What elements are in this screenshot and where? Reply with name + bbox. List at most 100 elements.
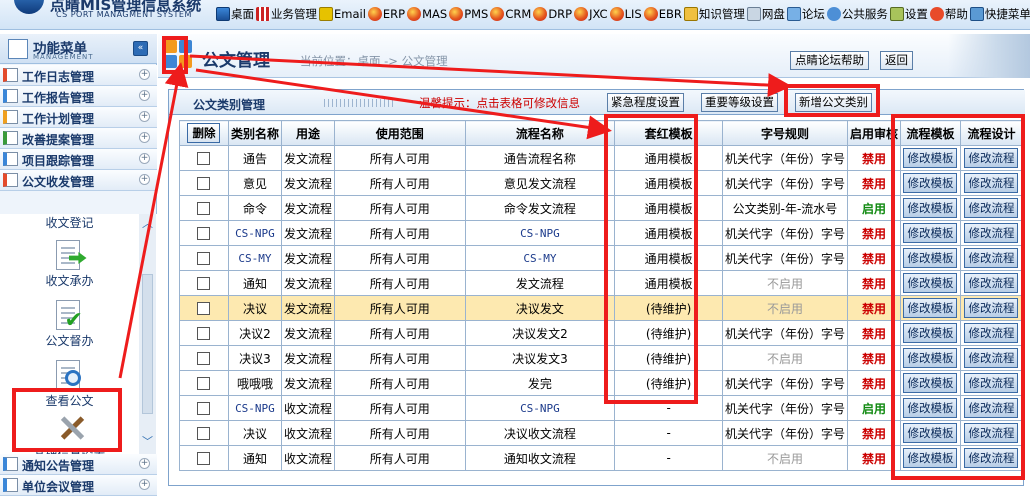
expand-icon[interactable]: + (139, 174, 150, 185)
number-rule-cell[interactable]: 机关代字（年份）字号 (721, 370, 848, 396)
flow-name-cell[interactable]: CS-NPG (464, 220, 616, 246)
edit-flow-button[interactable]: 修改流程 (964, 223, 1019, 243)
usage-cell[interactable]: 收文流程 (280, 420, 335, 446)
category-name-cell[interactable]: CS-NPG (227, 220, 282, 246)
template-cell[interactable]: - (614, 445, 723, 471)
number-rule-cell[interactable]: 机关代字（年份）字号 (721, 170, 848, 196)
topnav-item-desktop[interactable]: 桌面 (216, 6, 254, 22)
scope-cell[interactable]: 所有人可用 (333, 195, 466, 221)
expand-icon[interactable]: + (139, 479, 150, 490)
table-row[interactable]: 决议2 发文流程 所有人可用 决议发文2 (待维护) 机关代字（年份）字号 禁用 修改模板 修改… (179, 320, 1024, 346)
sidebar-item-3[interactable]: 改善提案管理 + (0, 128, 157, 149)
topnav-item-lis[interactable]: LIS (609, 7, 642, 21)
category-name-cell[interactable]: 通知 (227, 445, 282, 471)
edit-flow-button[interactable]: 修改流程 (964, 323, 1019, 343)
topnav-item-forum[interactable]: 论坛 (786, 6, 825, 22)
table-row[interactable]: 命令 发文流程 所有人可用 命令发文流程 通用模板 公文类别-年-流水号 启用 修改模板 修改流… (179, 195, 1024, 221)
flow-name-cell[interactable]: 发完 (464, 370, 616, 396)
category-name-cell[interactable]: CS-MY (227, 245, 282, 271)
category-name-cell[interactable]: CS-NPG (227, 395, 282, 421)
edit-template-button[interactable]: 修改模板 (903, 448, 958, 468)
edit-template-button[interactable]: 修改模板 (903, 323, 958, 343)
edit-flow-button[interactable]: 修改流程 (964, 198, 1019, 218)
sidebar-item-0[interactable]: 工作日志管理 + (0, 65, 157, 86)
number-rule-cell[interactable]: 机关代字（年份）字号 (721, 320, 848, 346)
topnav-item-drp[interactable]: DRP (533, 7, 572, 21)
edit-template-button[interactable]: 修改模板 (903, 398, 958, 418)
category-name-cell[interactable]: 决议 (227, 295, 282, 321)
sidebar-item-5[interactable]: 公文收发管理 + (0, 170, 157, 191)
flow-name-cell[interactable]: 意见发文流程 (464, 170, 616, 196)
row-select-cell[interactable] (179, 395, 229, 421)
category-name-cell[interactable]: 通告 (227, 145, 282, 171)
edit-flow-button[interactable]: 修改流程 (964, 298, 1019, 318)
flow-name-cell[interactable]: 发文流程 (464, 270, 616, 296)
template-cell[interactable]: 通用模板 (614, 145, 723, 171)
usage-cell[interactable]: 发文流程 (280, 145, 335, 171)
row-checkbox[interactable] (197, 427, 211, 440)
scope-cell[interactable]: 所有人可用 (333, 370, 466, 396)
row-checkbox[interactable] (197, 327, 211, 340)
table-row[interactable]: 决议 收文流程 所有人可用 决议收文流程 - 机关代字（年份）字号 禁用 修改模板 修改流程 (179, 420, 1024, 446)
category-name-cell[interactable]: 决议 (227, 420, 282, 446)
usage-cell[interactable]: 发文流程 (280, 270, 335, 296)
submenu-item-receipt-register[interactable]: 收文登记 (0, 214, 139, 231)
row-select-cell[interactable] (179, 295, 229, 321)
topnav-item-help[interactable]: 帮助 (929, 6, 968, 22)
edit-template-button[interactable]: 修改模板 (903, 173, 958, 193)
edit-template-button[interactable]: 修改模板 (903, 273, 958, 293)
number-rule-cell[interactable]: 机关代字（年份）字号 (721, 245, 848, 271)
table-row[interactable]: 通知 发文流程 所有人可用 发文流程 通用模板 不启用 禁用 修改模板 修改流程 (179, 270, 1024, 296)
row-checkbox[interactable] (197, 452, 211, 465)
scroll-up-icon[interactable]: ︿ (141, 218, 154, 231)
edit-template-button[interactable]: 修改模板 (903, 148, 958, 168)
expand-icon[interactable]: + (139, 90, 150, 101)
template-cell[interactable]: (待维护) (614, 345, 723, 371)
audit-status-cell[interactable]: 禁用 (846, 145, 902, 171)
template-cell[interactable]: 通用模板 (614, 270, 723, 296)
category-name-cell[interactable]: 哦哦哦 (227, 370, 282, 396)
scope-cell[interactable]: 所有人可用 (333, 295, 466, 321)
flow-name-cell[interactable]: 决议发文 (464, 295, 616, 321)
row-select-cell[interactable] (179, 370, 229, 396)
audit-status-cell[interactable]: 禁用 (846, 270, 902, 296)
number-rule-cell[interactable]: 不启用 (721, 345, 848, 371)
table-row[interactable]: 决议3 发文流程 所有人可用 决议发文3 (待维护) 不启用 禁用 修改模板 修改流程 (179, 345, 1024, 371)
audit-status-cell[interactable]: 禁用 (846, 370, 902, 396)
usage-cell[interactable]: 发文流程 (280, 245, 335, 271)
usage-cell[interactable]: 发文流程 (280, 295, 335, 321)
row-checkbox[interactable] (197, 177, 211, 190)
audit-status-cell[interactable]: 禁用 (846, 220, 902, 246)
category-name-cell[interactable]: 决议3 (227, 345, 282, 371)
row-checkbox[interactable] (197, 277, 211, 290)
scroll-down-icon[interactable]: ﹀ (141, 436, 154, 449)
sidebar-item-4[interactable]: 项目跟踪管理 + (0, 149, 157, 170)
table-row[interactable]: 通告 发文流程 所有人可用 通告流程名称 通用模板 机关代字（年份）字号 禁用 修改模板 修改流… (179, 145, 1024, 171)
sidebar-item-2[interactable]: 工作计划管理 + (0, 107, 157, 128)
audit-status-cell[interactable]: 禁用 (846, 245, 902, 271)
sidebar-item-1[interactable]: 工作报告管理 + (0, 86, 157, 107)
expand-icon[interactable]: + (139, 153, 150, 164)
table-row[interactable]: CS-NPG 收文流程 所有人可用 CS-NPG - 机关代字（年份）字号 启用 修改模板 修改… (179, 395, 1024, 421)
table-row[interactable]: 决议 发文流程 所有人可用 决议发文 (待维护) 不启用 禁用 修改模板 修改流程 (179, 295, 1024, 321)
number-rule-cell[interactable]: 机关代字（年份）字号 (721, 395, 848, 421)
category-name-cell[interactable]: 通知 (227, 270, 282, 296)
edit-template-button[interactable]: 修改模板 (903, 423, 958, 443)
sidebar-bottom-item-0[interactable]: 通知公告管理 + (0, 454, 157, 475)
delete-button[interactable]: 删除 (187, 123, 221, 143)
forum-help-button[interactable]: 点睛论坛帮助 (790, 51, 869, 70)
scope-cell[interactable]: 所有人可用 (333, 320, 466, 346)
row-select-cell[interactable] (179, 420, 229, 446)
add-category-button[interactable]: 新增公文类别 (795, 93, 872, 112)
topnav-item-pms[interactable]: PMS (449, 7, 488, 21)
table-row[interactable]: CS-NPG 发文流程 所有人可用 CS-NPG 通用模板 机关代字（年份）字号 禁用 修改模… (179, 220, 1024, 246)
submenu-item-view[interactable]: 查看公文 (0, 360, 139, 409)
flow-name-cell[interactable]: CS-MY (464, 245, 616, 271)
scope-cell[interactable]: 所有人可用 (333, 270, 466, 296)
row-checkbox[interactable] (197, 202, 211, 215)
usage-cell[interactable]: 发文流程 (280, 195, 335, 221)
topnav-item-quick-menu[interactable]: 快捷菜单 (969, 6, 1030, 22)
edit-flow-button[interactable]: 修改流程 (964, 448, 1019, 468)
topnav-item-business[interactable]: 业务管理 (256, 6, 317, 22)
edit-flow-button[interactable]: 修改流程 (964, 398, 1019, 418)
